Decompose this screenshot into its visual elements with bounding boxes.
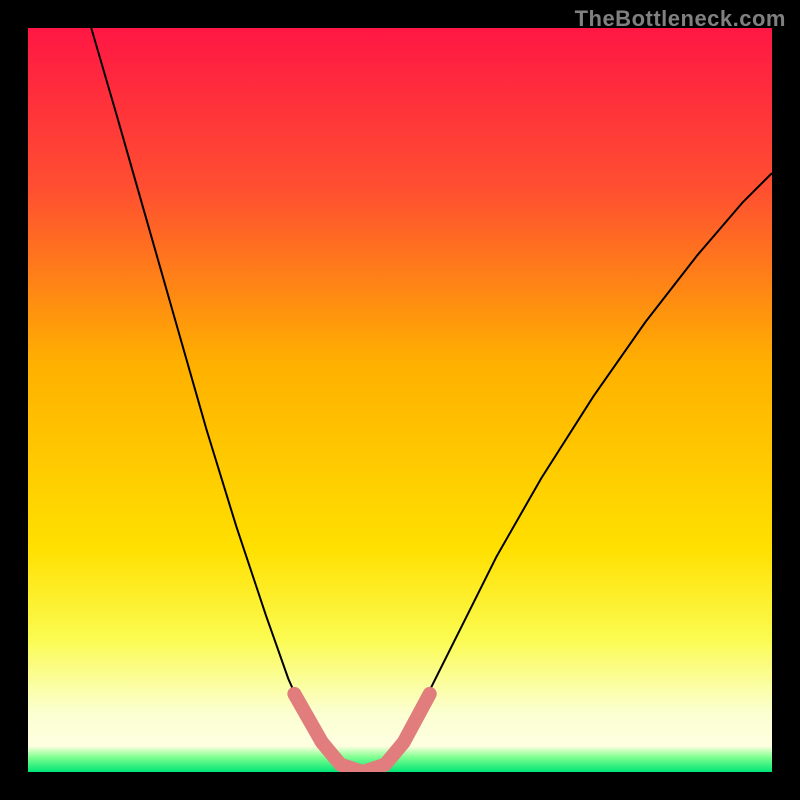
bottleneck-chart <box>28 28 772 772</box>
chart-container <box>28 28 772 772</box>
watermark-text: TheBottleneck.com <box>575 6 786 32</box>
gradient-background <box>28 28 772 772</box>
